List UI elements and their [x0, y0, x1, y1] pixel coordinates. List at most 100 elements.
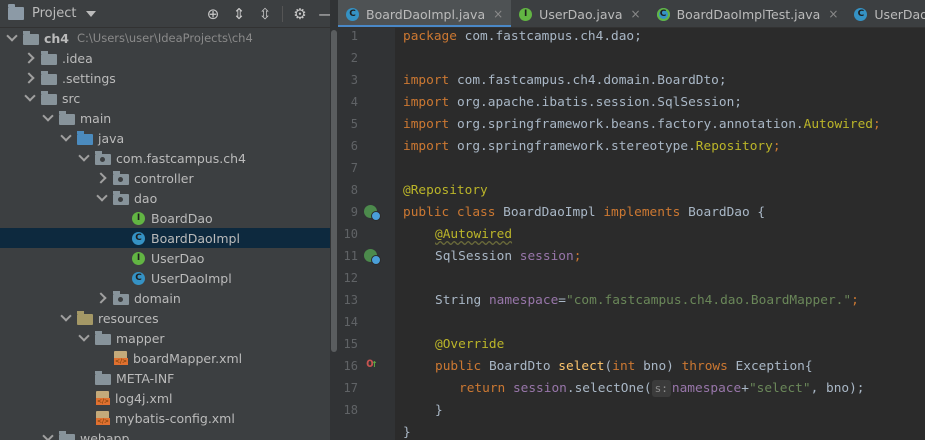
expand-arrow-icon[interactable]: [58, 128, 74, 148]
tree-item-meta-inf[interactable]: META-INF: [0, 368, 330, 388]
line-number: 2: [350, 51, 358, 65]
tree-item-userdaoimpl[interactable]: C UserDaoImpl: [0, 268, 330, 288]
gutter-line: 8: [338, 182, 395, 204]
code-area[interactable]: 1 2 3 4 5 6 7 8 9 10 11 12 13 14 15 16 1…: [338, 28, 925, 440]
line-number: 15: [343, 337, 358, 351]
tab-boarddaoimpltest[interactable]: C BoardDaoImplTest.java ×: [649, 0, 847, 27]
tree-item-boarddaoimpl[interactable]: C BoardDaoImpl: [0, 228, 330, 248]
tree-item-label: domain: [134, 290, 181, 306]
expand-arrow-icon[interactable]: [40, 428, 56, 440]
expand-arrow-icon[interactable]: [40, 108, 56, 128]
keyword: import: [403, 117, 450, 132]
code-line: @Autowired: [435, 226, 512, 248]
tree-item-boarddao[interactable]: I BoardDao: [0, 208, 330, 228]
type-name: String: [435, 293, 489, 308]
tree-item-label: UserDaoImpl: [151, 270, 232, 286]
tree-item-domain[interactable]: domain: [0, 288, 330, 308]
tree-item-label: ch4: [44, 30, 70, 46]
tree-item-settings[interactable]: .settings: [0, 68, 330, 88]
keyword: import: [403, 73, 450, 88]
code-text: com.fastcampus.ch4.domain.BoardDto;: [449, 73, 727, 88]
xml-file-icon: [96, 411, 111, 425]
spring-bean-icon[interactable]: [364, 205, 381, 221]
line-number: 13: [343, 293, 358, 307]
expand-arrow-icon[interactable]: [76, 328, 92, 348]
expand-arrow-icon[interactable]: [22, 68, 38, 88]
tab-boarddaoimpl[interactable]: C BoardDaoImpl.java ×: [338, 0, 512, 27]
close-icon[interactable]: ×: [828, 7, 838, 21]
tree-item-label: resources: [98, 310, 159, 326]
tab-label: BoardDaoImpl.java: [366, 6, 486, 22]
operator: =: [558, 293, 566, 308]
expand-arrow-icon[interactable]: [94, 288, 110, 308]
project-toolbar: ⊕ ⇕ ⇳ ⚙ —: [200, 0, 338, 28]
tree-item-mybatis-config-xml[interactable]: mybatis-config.xml: [0, 408, 330, 428]
line-number: 7: [350, 161, 358, 175]
project-panel: Project ⊕ ⇕ ⇳ ⚙ — ch4 C:\Users\user\Idea…: [0, 0, 338, 440]
annotation: @Repository: [403, 183, 488, 198]
tree-item-userdao[interactable]: I UserDao: [0, 248, 330, 268]
type-name: BoardDto: [481, 359, 559, 374]
tree-item-label: BoardDao: [151, 210, 213, 226]
gutter-line: 12: [338, 270, 395, 292]
expand-arrow-icon[interactable]: [22, 88, 38, 108]
tree-item-main[interactable]: main: [0, 108, 330, 128]
source-folder-icon: [77, 130, 93, 145]
gutter-line: 10: [338, 226, 395, 248]
tree-item-log4j-xml[interactable]: log4j.xml: [0, 388, 330, 408]
expand-arrow-icon[interactable]: [94, 188, 110, 208]
module-folder-icon: [23, 30, 39, 45]
tree-item-src[interactable]: src: [0, 88, 330, 108]
project-tree: ch4 C:\Users\user\IdeaProjects\ch4 .idea…: [0, 28, 330, 440]
code-text: org.springframework.stereotype.: [449, 139, 696, 154]
line-gutter: 1 2 3 4 5 6 7 8 9 10 11 12 13 14 15 16 1…: [338, 28, 395, 440]
gear-icon[interactable]: ⚙: [287, 0, 313, 28]
tree-item-boardmapper-xml[interactable]: boardMapper.xml: [0, 348, 330, 368]
expand-all-icon[interactable]: ⇕: [226, 0, 252, 28]
line-number: 6: [350, 139, 358, 153]
tab-userdao[interactable]: I UserDao.java ×: [511, 0, 648, 27]
expand-arrow-icon[interactable]: [22, 48, 38, 68]
tree-item-package-root[interactable]: com.fastcampus.ch4: [0, 148, 330, 168]
tree-item-ch4[interactable]: ch4 C:\Users\user\IdeaProjects\ch4: [0, 28, 330, 48]
override-method-icon[interactable]: [364, 356, 378, 372]
package-icon: [95, 150, 111, 165]
project-scrollbar[interactable]: [331, 30, 337, 352]
project-view-selector[interactable]: Project: [32, 6, 76, 21]
gutter-line: 5: [338, 116, 395, 138]
tree-item-label: mapper: [116, 330, 165, 346]
tab-label: BoardDaoImplTest.java: [676, 6, 821, 22]
tree-item-controller[interactable]: controller: [0, 168, 330, 188]
expand-arrow-icon[interactable]: [4, 28, 20, 48]
chevron-down-icon[interactable]: [86, 10, 97, 17]
code-line: public class BoardDaoImpl implements Boa…: [403, 204, 765, 226]
tree-item-java[interactable]: java: [0, 128, 330, 148]
close-icon[interactable]: ×: [631, 7, 641, 21]
type-name: SqlSession: [435, 249, 520, 264]
class-icon: C: [854, 7, 868, 21]
keyword: import: [403, 95, 450, 110]
tree-item-idea[interactable]: .idea: [0, 48, 330, 68]
code-line: SqlSession session;: [435, 248, 581, 270]
tab-userdaoimpl[interactable]: C UserDaoImpl.java: [846, 0, 925, 27]
gutter-line: 15: [338, 336, 395, 358]
punctuation: ;: [772, 139, 781, 154]
locate-icon[interactable]: ⊕: [200, 0, 226, 28]
tree-item-webapp[interactable]: webapp: [0, 428, 330, 440]
collapse-all-icon[interactable]: ⇳: [252, 0, 278, 28]
class-icon: C: [132, 271, 145, 285]
keyword: implements: [603, 205, 681, 220]
close-icon[interactable]: ×: [493, 7, 503, 21]
tree-item-label: com.fastcampus.ch4: [116, 150, 246, 166]
tree-item-mapper[interactable]: mapper: [0, 328, 330, 348]
code-text: BoardDao {: [680, 205, 766, 220]
autowired-navigation-icon[interactable]: [364, 249, 381, 265]
tree-item-resources[interactable]: resources: [0, 308, 330, 328]
expand-arrow-icon[interactable]: [94, 168, 110, 188]
tree-item-dao[interactable]: dao: [0, 188, 330, 208]
expand-arrow-icon[interactable]: [76, 148, 92, 168]
editor-tabs: C BoardDaoImpl.java × I UserDao.java × C…: [338, 0, 925, 28]
toolbar-divider: [282, 6, 283, 22]
expand-arrow-icon[interactable]: [58, 308, 74, 328]
operator: +: [741, 381, 749, 396]
